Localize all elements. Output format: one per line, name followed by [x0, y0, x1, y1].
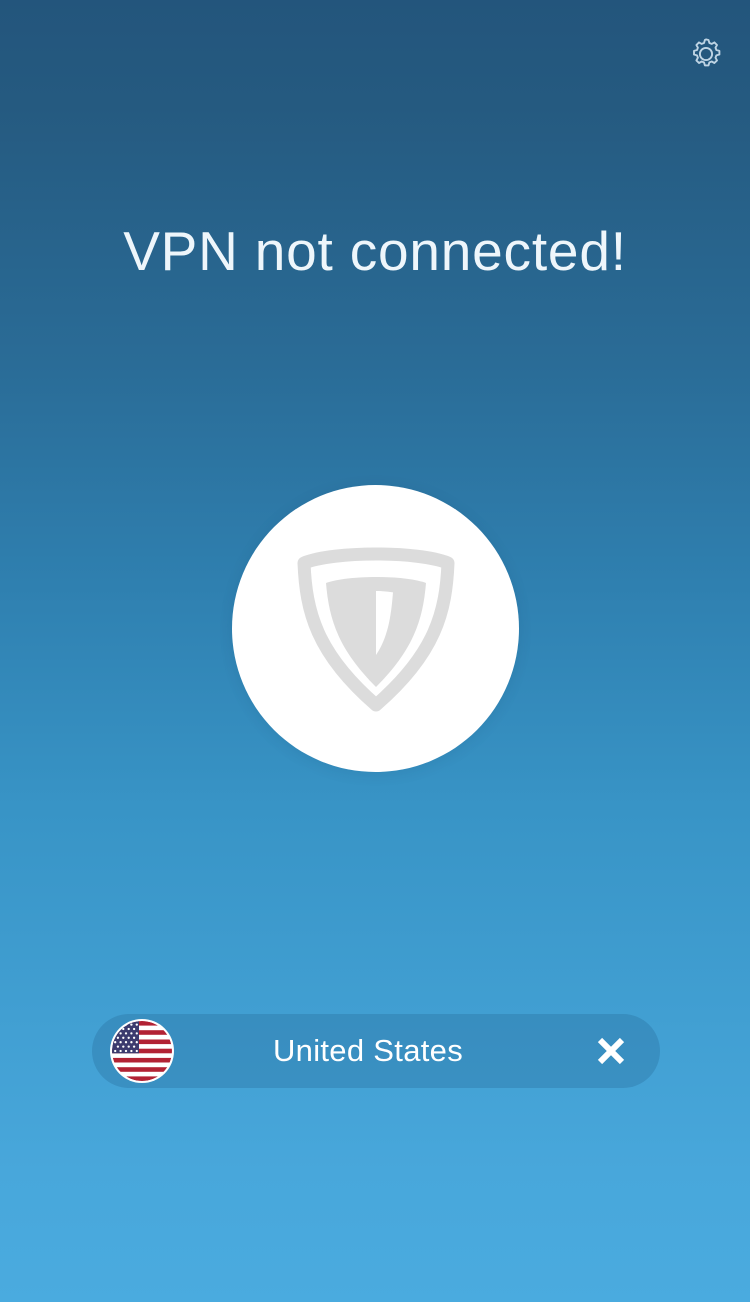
shield-icon — [296, 545, 456, 713]
connection-status-title: VPN not connected! — [123, 220, 627, 282]
country-selector[interactable]: United States — [92, 1014, 660, 1088]
vpn-app-screen: VPN not connected! United States — [0, 0, 750, 1302]
settings-button[interactable] — [678, 26, 734, 82]
connect-button[interactable] — [232, 485, 519, 772]
close-icon — [594, 1034, 628, 1068]
gear-icon — [686, 34, 726, 74]
selected-country-label: United States — [272, 1033, 463, 1068]
us-flag-icon — [110, 1019, 174, 1083]
clear-country-button[interactable] — [588, 1028, 634, 1074]
